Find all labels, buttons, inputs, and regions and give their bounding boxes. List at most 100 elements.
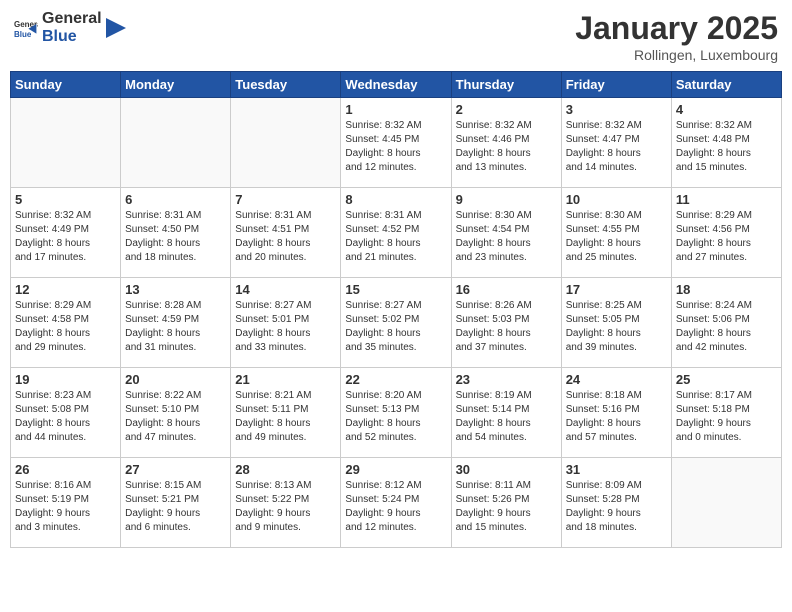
day-info: Sunrise: 8:26 AM Sunset: 5:03 PM Dayligh… <box>456 299 557 355</box>
day-number: 25 <box>676 372 777 387</box>
day-info: Sunrise: 8:16 AM Sunset: 5:19 PM Dayligh… <box>15 479 116 535</box>
calendar-cell: 10 Sunrise: 8:30 AM Sunset: 4:55 PM Dayli… <box>561 188 671 278</box>
month-title: January 2025 <box>575 10 778 47</box>
day-number: 22 <box>345 372 446 387</box>
day-info: Sunrise: 8:30 AM Sunset: 4:55 PM Dayligh… <box>566 209 667 265</box>
calendar-cell <box>231 98 341 188</box>
day-number: 27 <box>125 462 226 477</box>
day-number: 20 <box>125 372 226 387</box>
day-info: Sunrise: 8:27 AM Sunset: 5:02 PM Dayligh… <box>345 299 446 355</box>
calendar-cell: 8 Sunrise: 8:31 AM Sunset: 4:52 PM Daylig… <box>341 188 451 278</box>
day-number: 29 <box>345 462 446 477</box>
day-info: Sunrise: 8:29 AM Sunset: 4:56 PM Dayligh… <box>676 209 777 265</box>
day-number: 11 <box>676 192 777 207</box>
calendar-cell: 4Sunrise: 8:32 AM Sunset: 4:48 PM Daylig… <box>671 98 781 188</box>
weekday-header-tuesday: Tuesday <box>231 72 341 98</box>
day-info: Sunrise: 8:11 AM Sunset: 5:26 PM Dayligh… <box>456 479 557 535</box>
day-number: 18 <box>676 282 777 297</box>
day-number: 26 <box>15 462 116 477</box>
page-header: General Blue General Blue January 2025 R… <box>10 10 782 63</box>
day-number: 4 <box>676 102 777 117</box>
week-row-2: 5 Sunrise: 8:32 AM Sunset: 4:49 PM Daylig… <box>11 188 782 278</box>
calendar-table: SundayMondayTuesdayWednesdayThursdayFrid… <box>10 71 782 548</box>
day-number: 5 <box>15 192 116 207</box>
calendar-cell: 11 Sunrise: 8:29 AM Sunset: 4:56 PM Dayli… <box>671 188 781 278</box>
calendar-cell: 31 Sunrise: 8:09 AM Sunset: 5:28 PM Dayli… <box>561 458 671 548</box>
day-number: 3 <box>566 102 667 117</box>
day-info: Sunrise: 8:09 AM Sunset: 5:28 PM Dayligh… <box>566 479 667 535</box>
weekday-header-row: SundayMondayTuesdayWednesdayThursdayFrid… <box>11 72 782 98</box>
day-number: 2 <box>456 102 557 117</box>
weekday-header-friday: Friday <box>561 72 671 98</box>
day-info: Sunrise: 8:18 AM Sunset: 5:16 PM Dayligh… <box>566 389 667 445</box>
day-number: 31 <box>566 462 667 477</box>
calendar-cell: 21 Sunrise: 8:21 AM Sunset: 5:11 PM Dayli… <box>231 368 341 458</box>
calendar-cell: 9 Sunrise: 8:30 AM Sunset: 4:54 PM Daylig… <box>451 188 561 278</box>
day-info: Sunrise: 8:21 AM Sunset: 5:11 PM Dayligh… <box>235 389 336 445</box>
day-info: Sunrise: 8:17 AM Sunset: 5:18 PM Dayligh… <box>676 389 777 445</box>
day-number: 8 <box>345 192 446 207</box>
weekday-header-monday: Monday <box>121 72 231 98</box>
day-info: Sunrise: 8:32 AM Sunset: 4:45 PM Dayligh… <box>345 119 446 175</box>
day-info: Sunrise: 8:22 AM Sunset: 5:10 PM Dayligh… <box>125 389 226 445</box>
day-number: 6 <box>125 192 226 207</box>
day-number: 7 <box>235 192 336 207</box>
day-info: Sunrise: 8:15 AM Sunset: 5:21 PM Dayligh… <box>125 479 226 535</box>
calendar-cell: 1 Sunrise: 8:32 AM Sunset: 4:45 PM Daylig… <box>341 98 451 188</box>
weekday-header-sunday: Sunday <box>11 72 121 98</box>
calendar-cell: 18 Sunrise: 8:24 AM Sunset: 5:06 PM Dayli… <box>671 278 781 368</box>
calendar-cell: 24 Sunrise: 8:18 AM Sunset: 5:16 PM Dayli… <box>561 368 671 458</box>
week-row-5: 26 Sunrise: 8:16 AM Sunset: 5:19 PM Dayli… <box>11 458 782 548</box>
day-number: 12 <box>15 282 116 297</box>
day-info: Sunrise: 8:32 AM Sunset: 4:46 PM Dayligh… <box>456 119 557 175</box>
calendar-cell: 30 Sunrise: 8:11 AM Sunset: 5:26 PM Dayli… <box>451 458 561 548</box>
day-number: 13 <box>125 282 226 297</box>
logo-general-text: General <box>42 10 102 28</box>
logo-icon: General Blue <box>14 16 38 40</box>
calendar-cell: 15 Sunrise: 8:27 AM Sunset: 5:02 PM Dayli… <box>341 278 451 368</box>
day-info: Sunrise: 8:13 AM Sunset: 5:22 PM Dayligh… <box>235 479 336 535</box>
logo-blue-text: Blue <box>42 28 102 46</box>
day-info: Sunrise: 8:19 AM Sunset: 5:14 PM Dayligh… <box>456 389 557 445</box>
title-section: January 2025 Rollingen, Luxembourg <box>575 10 778 63</box>
day-info: Sunrise: 8:31 AM Sunset: 4:51 PM Dayligh… <box>235 209 336 265</box>
week-row-3: 12 Sunrise: 8:29 AM Sunset: 4:58 PM Dayli… <box>11 278 782 368</box>
calendar-cell: 5 Sunrise: 8:32 AM Sunset: 4:49 PM Daylig… <box>11 188 121 278</box>
day-number: 15 <box>345 282 446 297</box>
day-info: Sunrise: 8:25 AM Sunset: 5:05 PM Dayligh… <box>566 299 667 355</box>
day-number: 9 <box>456 192 557 207</box>
day-info: Sunrise: 8:23 AM Sunset: 5:08 PM Dayligh… <box>15 389 116 445</box>
day-number: 1 <box>345 102 446 117</box>
day-info: Sunrise: 8:28 AM Sunset: 4:59 PM Dayligh… <box>125 299 226 355</box>
calendar-cell: 12 Sunrise: 8:29 AM Sunset: 4:58 PM Dayli… <box>11 278 121 368</box>
day-info: Sunrise: 8:27 AM Sunset: 5:01 PM Dayligh… <box>235 299 336 355</box>
day-info: Sunrise: 8:24 AM Sunset: 5:06 PM Dayligh… <box>676 299 777 355</box>
week-row-1: 1 Sunrise: 8:32 AM Sunset: 4:45 PM Daylig… <box>11 98 782 188</box>
svg-text:Blue: Blue <box>14 29 32 38</box>
day-info: Sunrise: 8:31 AM Sunset: 4:52 PM Dayligh… <box>345 209 446 265</box>
day-info: Sunrise: 8:30 AM Sunset: 4:54 PM Dayligh… <box>456 209 557 265</box>
weekday-header-saturday: Saturday <box>671 72 781 98</box>
calendar-cell <box>671 458 781 548</box>
logo-arrow-icon <box>106 13 126 43</box>
calendar-cell: 29Sunrise: 8:12 AM Sunset: 5:24 PM Dayli… <box>341 458 451 548</box>
day-number: 30 <box>456 462 557 477</box>
day-number: 23 <box>456 372 557 387</box>
calendar-cell: 19Sunrise: 8:23 AM Sunset: 5:08 PM Dayli… <box>11 368 121 458</box>
calendar-cell <box>121 98 231 188</box>
day-info: Sunrise: 8:29 AM Sunset: 4:58 PM Dayligh… <box>15 299 116 355</box>
day-info: Sunrise: 8:32 AM Sunset: 4:49 PM Dayligh… <box>15 209 116 265</box>
calendar-cell: 16Sunrise: 8:26 AM Sunset: 5:03 PM Dayli… <box>451 278 561 368</box>
week-row-4: 19Sunrise: 8:23 AM Sunset: 5:08 PM Dayli… <box>11 368 782 458</box>
day-number: 24 <box>566 372 667 387</box>
day-number: 10 <box>566 192 667 207</box>
calendar-cell: 7 Sunrise: 8:31 AM Sunset: 4:51 PM Daylig… <box>231 188 341 278</box>
day-info: Sunrise: 8:31 AM Sunset: 4:50 PM Dayligh… <box>125 209 226 265</box>
calendar-cell: 23 Sunrise: 8:19 AM Sunset: 5:14 PM Dayli… <box>451 368 561 458</box>
day-number: 28 <box>235 462 336 477</box>
calendar-cell: 22Sunrise: 8:20 AM Sunset: 5:13 PM Dayli… <box>341 368 451 458</box>
weekday-header-thursday: Thursday <box>451 72 561 98</box>
day-number: 21 <box>235 372 336 387</box>
calendar-cell: 3Sunrise: 8:32 AM Sunset: 4:47 PM Daylig… <box>561 98 671 188</box>
calendar-cell: 28 Sunrise: 8:13 AM Sunset: 5:22 PM Dayli… <box>231 458 341 548</box>
